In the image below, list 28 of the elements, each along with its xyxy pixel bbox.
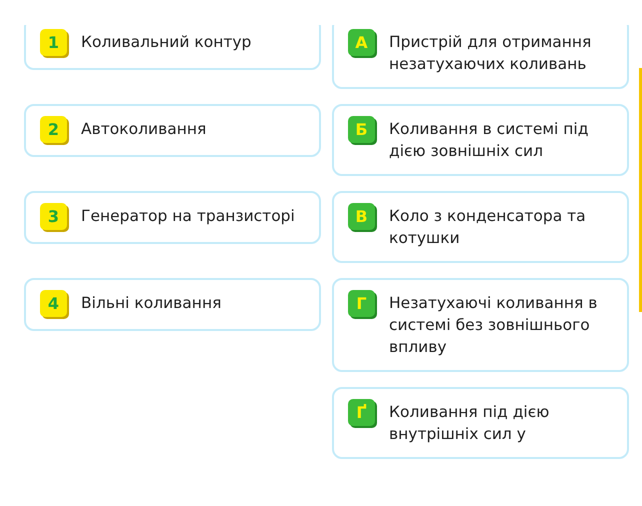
answer-card[interactable]: 4 Вільні коливання <box>24 278 321 331</box>
card-text: Генератор на транзисторі <box>81 206 296 227</box>
badge: 3 <box>40 203 67 230</box>
badge: 2 <box>40 116 67 143</box>
answer-card[interactable]: Ґ Коливання під дією внутрішніх сил у <box>332 387 629 459</box>
badge: А <box>348 29 375 56</box>
card-text: Незатухаючі коливання в системі без зовнішнього впливу <box>389 293 598 358</box>
answer-card[interactable]: А Пристрій для отримання незатухаючих коливань <box>332 25 629 89</box>
card-text: Коливання під дією внутрішніх сил у <box>389 402 550 445</box>
badge: 4 <box>40 290 67 317</box>
answer-card[interactable]: Г Незатухаючі коливання в системі без зовнішнього впливу <box>332 278 629 372</box>
answer-card[interactable]: В Коло з конденсатора та котушки <box>332 191 629 263</box>
card-text: Коливальний контур <box>81 32 252 53</box>
badge: В <box>348 203 375 230</box>
card-text: Вільні коливання <box>81 293 222 314</box>
badge: Ґ <box>348 399 375 426</box>
answer-card[interactable]: 3 Генератор на транзисторі <box>24 191 321 244</box>
card-text: Пристрій для отримання незатухаючих коливань <box>389 32 592 75</box>
card-text: Коло з конденсатора та котушки <box>389 206 587 249</box>
answer-card[interactable]: 2 Автоколивання <box>24 104 321 157</box>
answer-card[interactable]: Б Коливання в системі під дією зовнішніх сил <box>332 104 629 176</box>
badge: Г <box>348 290 375 317</box>
answer-card[interactable]: 1 Коливальний контур <box>24 25 321 70</box>
card-text: Автоколивання <box>81 119 208 140</box>
badge: Б <box>348 116 375 143</box>
card-text: Коливання в системі під дією зовнішніх сил <box>389 119 590 162</box>
badge: 1 <box>40 29 67 56</box>
scrollbar-thumb[interactable] <box>639 68 642 312</box>
